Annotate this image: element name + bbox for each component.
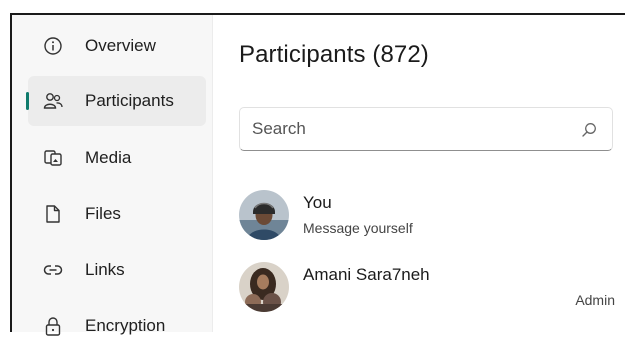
people-icon: [43, 91, 63, 111]
page-title: Participants (872): [239, 41, 429, 68]
sidebar-item-label: Overview: [85, 36, 156, 55]
sidebar-item-label: Media: [85, 148, 132, 167]
lock-icon: [43, 316, 63, 336]
sidebar-item-participants[interactable]: Participants: [26, 76, 206, 126]
sidebar-item-encryption[interactable]: Encryption: [28, 301, 206, 351]
search-icon[interactable]: [580, 121, 598, 139]
sidebar-item-files[interactable]: Files: [28, 189, 206, 239]
info-icon: [43, 36, 63, 56]
participant-subtitle: Message yourself: [303, 220, 413, 236]
participants-panel: Participants (872) You Message yourself: [213, 15, 625, 332]
sidebar-item-media[interactable]: Media: [28, 133, 206, 183]
sidebar-item-label: Links: [85, 260, 125, 279]
sidebar-item-label: Files: [85, 204, 121, 223]
search-box[interactable]: [239, 107, 613, 151]
search-input[interactable]: [252, 118, 572, 140]
file-icon: [43, 204, 63, 224]
sidebar-item-overview[interactable]: Overview: [28, 21, 206, 71]
participant-role-badge: Admin: [575, 292, 615, 308]
sidebar: Overview Participants Media Files Links …: [12, 15, 212, 336]
participant-name: You: [303, 193, 332, 212]
sidebar-item-links[interactable]: Links: [28, 245, 206, 295]
sidebar-item-label: Encryption: [85, 316, 166, 335]
participant-row[interactable]: Amani Sara7neh Admin: [239, 262, 625, 322]
selection-indicator: [26, 92, 29, 110]
media-icon: [43, 148, 63, 168]
participant-name: Amani Sara7neh: [303, 265, 430, 284]
avatar: [239, 190, 289, 240]
link-icon: [43, 260, 63, 280]
sidebar-item-label: Participants: [85, 91, 174, 110]
participant-row[interactable]: You Message yourself: [239, 190, 625, 250]
avatar: [239, 262, 289, 312]
